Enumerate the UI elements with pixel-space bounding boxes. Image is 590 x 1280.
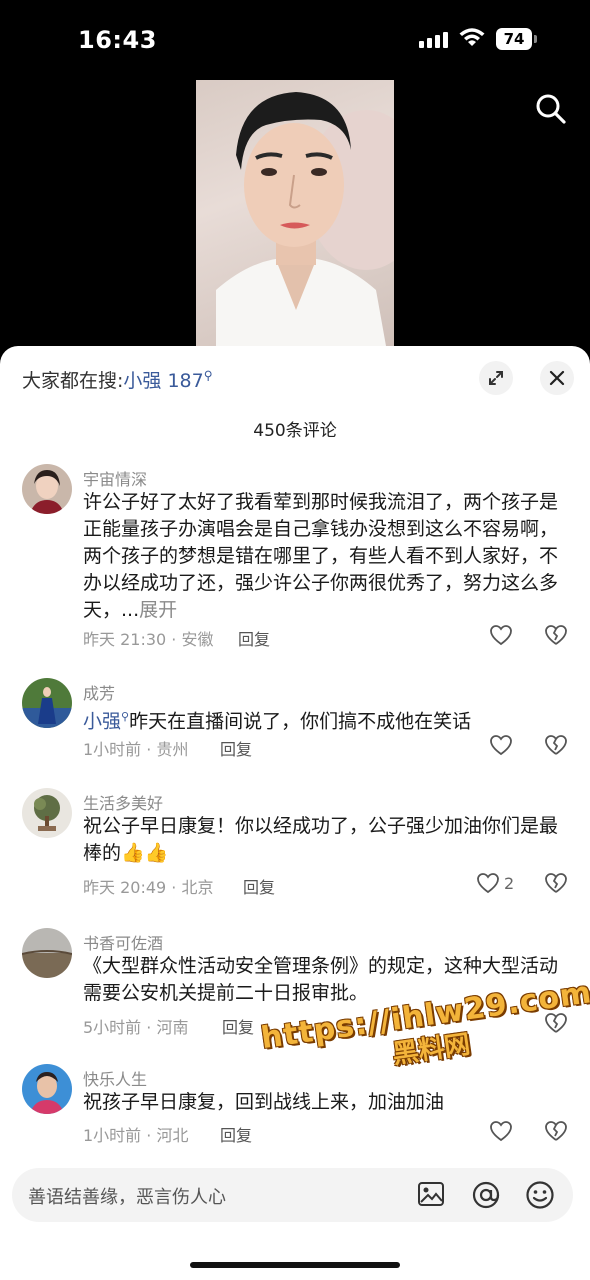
dislike-button[interactable]: [544, 872, 568, 898]
comment-meta: 1小时前 · 河北: [83, 1126, 189, 1145]
reply-button[interactable]: 回复: [243, 874, 275, 898]
reply-button[interactable]: 回复: [222, 1014, 254, 1038]
comment-author[interactable]: 快乐人生: [83, 1066, 147, 1090]
avatar[interactable]: [22, 1064, 72, 1114]
avatar[interactable]: [22, 788, 72, 838]
hot-search-keyword[interactable]: 小强 187: [123, 370, 203, 392]
broken-heart-icon: [545, 735, 567, 755]
dislike-button[interactable]: [544, 1012, 568, 1038]
search-icon[interactable]: [534, 92, 568, 130]
reply-button[interactable]: 回复: [220, 1122, 252, 1146]
at-icon[interactable]: [471, 1180, 501, 1214]
comment-text: 小强⚲昨天在直播间说了，你们搞不成他在笑话: [83, 703, 563, 735]
home-indicator[interactable]: [190, 1262, 400, 1268]
reply-button[interactable]: 回复: [220, 736, 252, 760]
hot-search-banner[interactable]: 大家都在搜:小强 187⚲: [22, 366, 213, 393]
close-icon: [549, 370, 565, 386]
heart-icon: [490, 735, 512, 756]
broken-heart-icon: [545, 1121, 567, 1141]
comment-author[interactable]: 生活多美好: [83, 790, 163, 814]
comment-author[interactable]: 宇宙情深: [83, 466, 147, 490]
avatar[interactable]: [22, 678, 72, 728]
expand-link[interactable]: 展开: [139, 599, 177, 621]
broken-heart-icon: [545, 873, 567, 893]
dislike-button[interactable]: [544, 624, 568, 650]
search-mini-icon: ⚲: [121, 710, 130, 723]
avatar[interactable]: [22, 464, 72, 514]
battery-level: 74: [496, 28, 532, 50]
expand-button[interactable]: [479, 361, 513, 395]
status-bar: 16:43 74: [0, 0, 590, 80]
comment-text: 许公子好了太好了我看荤到那时候我流泪了，两个孩子是正能量孩子办演唱会是自己拿钱办…: [83, 489, 563, 624]
hot-search-label: 大家都在搜:: [22, 370, 124, 392]
comment-text: 祝公子早日康复！你以经成功了，公子强少加油你们是最棒的👍👍: [83, 815, 559, 864]
broken-heart-icon: [545, 625, 567, 645]
comment-author[interactable]: 成芳: [83, 680, 115, 704]
reply-button[interactable]: 回复: [238, 626, 270, 650]
search-mini-icon: ⚲: [203, 368, 213, 383]
like-count: 2: [504, 873, 515, 893]
comment-meta: 5小时前 · 河南: [83, 1018, 189, 1037]
comment-text: 祝孩子早日康复，回到战线上来，加油加油: [83, 1091, 445, 1113]
close-button[interactable]: [540, 361, 574, 395]
like-button[interactable]: [489, 624, 517, 646]
wifi-icon: [458, 26, 486, 52]
mention-link[interactable]: 小强: [83, 710, 121, 732]
broken-heart-icon: [545, 1013, 567, 1033]
comment-body: 昨天在直播间说了，你们搞不成他在笑话: [129, 710, 472, 733]
comment-meta: 1小时前 · 贵州: [83, 740, 189, 759]
image-icon[interactable]: [417, 1180, 445, 1212]
heart-icon: [477, 873, 499, 894]
status-time: 16:43: [78, 26, 157, 54]
heart-icon: [490, 625, 512, 646]
emoji-icon[interactable]: [525, 1180, 555, 1214]
like-button[interactable]: [489, 1120, 517, 1142]
battery-icon: 74: [496, 28, 538, 50]
dislike-button[interactable]: [544, 1120, 568, 1146]
video-player[interactable]: [196, 80, 394, 346]
comment-input-placeholder: 善语结善缘，恶言伤人心: [28, 1187, 226, 1208]
signal-icon: [419, 30, 448, 48]
expand-icon: [489, 371, 503, 385]
dislike-button[interactable]: [544, 734, 568, 760]
like-button[interactable]: 2: [476, 872, 514, 894]
heart-icon: [490, 1121, 512, 1142]
comment-input[interactable]: 善语结善缘，恶言伤人心: [12, 1168, 573, 1222]
comment-meta: 昨天 20:49 · 北京: [83, 878, 214, 897]
comment-author[interactable]: 书香可佐酒: [83, 930, 163, 954]
like-button[interactable]: [489, 734, 517, 756]
comment-count: 450条评论: [253, 421, 337, 441]
comment-text: 《大型群众性活动安全管理条例》的规定，这种大型活动需要公安机关提前二十日报审批。: [83, 955, 559, 1004]
video-frame-image: [216, 92, 394, 346]
comment-panel: 大家都在搜:小强 187⚲ 450条评论 宇宙情深 许公子好了太好了我看荤到那时…: [0, 346, 590, 1280]
avatar[interactable]: [22, 928, 72, 978]
comment-meta: 昨天 21:30 · 安徽: [83, 630, 214, 649]
